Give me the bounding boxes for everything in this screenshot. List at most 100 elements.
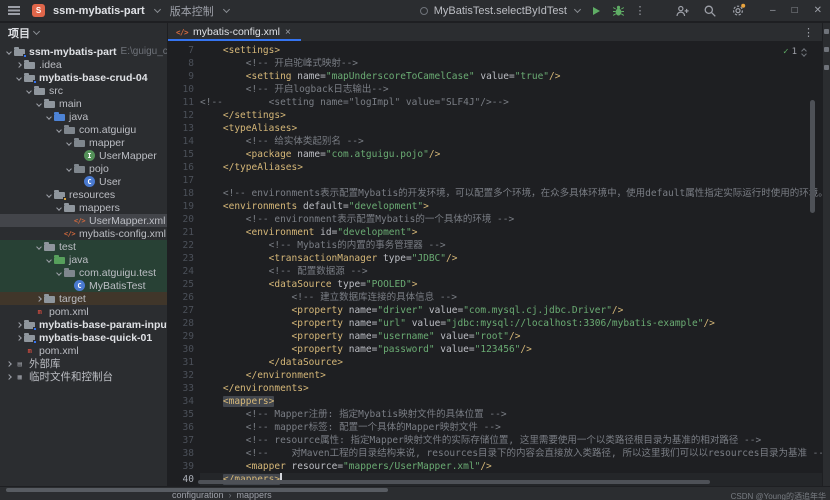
tree-row-java[interactable]: java <box>0 253 168 266</box>
code-line-35[interactable]: <!-- Mapper注册: 指定Mybatis映射文件的具体位置 --> <box>200 408 822 421</box>
code-line-17[interactable] <box>200 174 822 187</box>
tab-close-icon[interactable]: × <box>285 27 291 38</box>
code-line-18[interactable]: <!-- environments表示配置Mybatis的开发环境，可以配置多个… <box>200 187 822 200</box>
chevron-down-icon[interactable] <box>44 257 53 262</box>
tree-row-com-atguigu-test[interactable]: com.atguigu.test <box>0 266 168 279</box>
chevron-down-icon[interactable] <box>54 205 63 210</box>
chevron-down-icon[interactable] <box>34 244 43 249</box>
chevron-down-icon[interactable] <box>64 166 73 171</box>
debug-button[interactable] <box>610 3 626 19</box>
vertical-scrollbar[interactable] <box>810 100 815 213</box>
code-line-7[interactable]: <settings> <box>200 44 822 57</box>
tree-row-java[interactable]: java <box>0 110 168 123</box>
code-line-10[interactable]: <!-- 开启logback日志输出--> <box>200 83 822 96</box>
tree-row-idea[interactable]: .idea <box>0 58 168 71</box>
chevron-right-icon[interactable] <box>14 336 23 340</box>
add-user-icon[interactable] <box>674 3 690 19</box>
code-line-15[interactable]: <package name="com.atguigu.pojo"/> <box>200 148 822 161</box>
tree-row-resources[interactable]: resources <box>0 188 168 201</box>
tree-row-test[interactable]: test <box>0 240 168 253</box>
tree-row-mybatis-config-xml[interactable]: </>mybatis-config.xml <box>0 227 168 240</box>
tab-options-icon[interactable]: ⋮ <box>795 23 822 41</box>
tab-mybatis-config-xml[interactable]: </> mybatis-config.xml × <box>168 23 301 41</box>
code-line-20[interactable]: <!-- environment表示配置Mybatis的一个具体的环境 --> <box>200 213 822 226</box>
tree-row-usermapper[interactable]: IUserMapper <box>0 149 168 162</box>
ai-assistant-icon[interactable] <box>824 47 829 52</box>
breadcrumb-item-configuration[interactable]: configuration <box>172 490 224 500</box>
tree-row-usermapper-xml[interactable]: </>UserMapper.xml <box>0 214 168 227</box>
chevron-down-icon[interactable] <box>54 127 63 132</box>
chevron-right-icon[interactable] <box>14 63 23 67</box>
code-line-8[interactable]: <!-- 开启驼峰式映射--> <box>200 57 822 70</box>
code-line-11[interactable]: <!-- <setting name="logImpl" value="SLF4… <box>200 96 822 109</box>
tree-row-pojo[interactable]: pojo <box>0 162 168 175</box>
chevron-down-icon[interactable] <box>44 192 53 197</box>
code-line-14[interactable]: <!-- 给实体类起别名 --> <box>200 135 822 148</box>
settings-gear-icon[interactable] <box>730 3 746 19</box>
code-line-26[interactable]: <!-- 建立数据库连接的具体信息 --> <box>200 291 822 304</box>
code-line-32[interactable]: </environment> <box>200 369 822 382</box>
code-line-34[interactable]: <mappers> <box>200 395 822 408</box>
horizontal-scrollbar[interactable] <box>198 480 710 484</box>
code-line-25[interactable]: <dataSource type="POOLED"> <box>200 278 822 291</box>
maximize-button[interactable]: □ <box>792 5 798 16</box>
code-line-37[interactable]: <!-- resource属性: 指定Mapper映射文件的实际存储位置, 这里… <box>200 434 822 447</box>
code-line-21[interactable]: <environment id="development"> <box>200 226 822 239</box>
run-configuration-select[interactable]: MyBatisTest.selectByIdTest <box>434 5 567 17</box>
project-name-widget[interactable]: ssm-mybatis-part <box>53 5 145 17</box>
code-line-9[interactable]: <setting name="mapUnderscoreToCamelCase"… <box>200 70 822 83</box>
minimize-button[interactable]: – <box>770 5 776 16</box>
code-line-28[interactable]: <property name="url" value="jdbc:mysql:/… <box>200 317 822 330</box>
chevron-down-icon[interactable] <box>34 101 43 106</box>
hamburger-menu-icon[interactable] <box>8 6 20 15</box>
chevron-down-icon[interactable] <box>64 140 73 145</box>
chevron-right-icon[interactable] <box>4 375 13 379</box>
tree-row-mappers[interactable]: mappers <box>0 201 168 214</box>
project-badge[interactable]: S <box>32 4 45 17</box>
inspection-nav[interactable] <box>802 49 806 56</box>
search-icon[interactable] <box>702 3 718 19</box>
tree-row-com-atguigu[interactable]: com.atguigu <box>0 123 168 136</box>
code-lines[interactable]: <settings> <!-- 开启驼峰式映射--> <setting name… <box>200 44 822 486</box>
code-line-24[interactable]: <!-- 配置数据源 --> <box>200 265 822 278</box>
code-line-29[interactable]: <property name="username" value="root"/> <box>200 330 822 343</box>
more-actions-icon[interactable]: ⋮ <box>632 3 648 19</box>
chevron-down-icon[interactable] <box>14 75 23 80</box>
run-button[interactable] <box>588 3 604 19</box>
project-panel-header[interactable]: 项目 <box>0 23 167 43</box>
code-line-23[interactable]: <transactionManager type="JDBC"/> <box>200 252 822 265</box>
code-line-27[interactable]: <property name="driver" value="com.mysql… <box>200 304 822 317</box>
code-line-30[interactable]: <property name="password" value="123456"… <box>200 343 822 356</box>
code-line-31[interactable]: </dataSource> <box>200 356 822 369</box>
chevron-right-icon[interactable] <box>4 362 13 366</box>
code-line-33[interactable]: </environments> <box>200 382 822 395</box>
code-line-12[interactable]: </settings> <box>200 109 822 122</box>
chevron-down-icon[interactable] <box>24 88 33 93</box>
chevron-right-icon[interactable] <box>34 297 43 301</box>
tree-row-pom-xml[interactable]: mpom.xml <box>0 305 168 318</box>
code-editor[interactable]: 7891011121314151617181920212223242526272… <box>168 43 822 486</box>
code-line-38[interactable]: <!-- 对Maven工程的目录结构来说, resources目录下的内容会直接… <box>200 447 822 460</box>
code-line-39[interactable]: <mapper resource="mappers/UserMapper.xml… <box>200 460 822 473</box>
code-line-36[interactable]: <!-- mapper标签: 配置一个具体的Mapper映射文件 --> <box>200 421 822 434</box>
chevron-down-icon[interactable] <box>54 270 63 275</box>
tree-row-mapper[interactable]: mapper <box>0 136 168 149</box>
chevron-down-icon[interactable] <box>44 114 53 119</box>
breadcrumb-item-mappers[interactable]: mappers <box>237 490 272 500</box>
code-line-16[interactable]: </typeAliases> <box>200 161 822 174</box>
tree-row-ssm-mybatis-part[interactable]: ssm-mybatis-partE:\guigu_code\ssm-m <box>0 45 168 58</box>
code-line-22[interactable]: <!-- Mybatis的内置的事务管理器 --> <box>200 239 822 252</box>
tree-row-src[interactable]: src <box>0 84 168 97</box>
vcs-widget[interactable]: 版本控制 <box>170 3 214 19</box>
tree-row-user[interactable]: CUser <box>0 175 168 188</box>
tree-row-[interactable]: ▤外部库 <box>0 357 168 370</box>
chevron-down-icon[interactable] <box>4 49 13 54</box>
inspections-widget[interactable]: ✓ 1 <box>783 46 806 59</box>
chevron-right-icon[interactable] <box>14 323 23 327</box>
tree-row-[interactable]: ▦临时文件和控制台 <box>0 370 168 383</box>
code-line-19[interactable]: <environments default="development"> <box>200 200 822 213</box>
database-icon[interactable] <box>824 65 829 70</box>
tree-row-mybatis-base-param-input-02[interactable]: mybatis-base-param-input-02 <box>0 318 168 331</box>
tree-row-mybatis-base-crud-04[interactable]: mybatis-base-crud-04 <box>0 71 168 84</box>
tree-row-mybatis-base-quick-01[interactable]: mybatis-base-quick-01 <box>0 331 168 344</box>
